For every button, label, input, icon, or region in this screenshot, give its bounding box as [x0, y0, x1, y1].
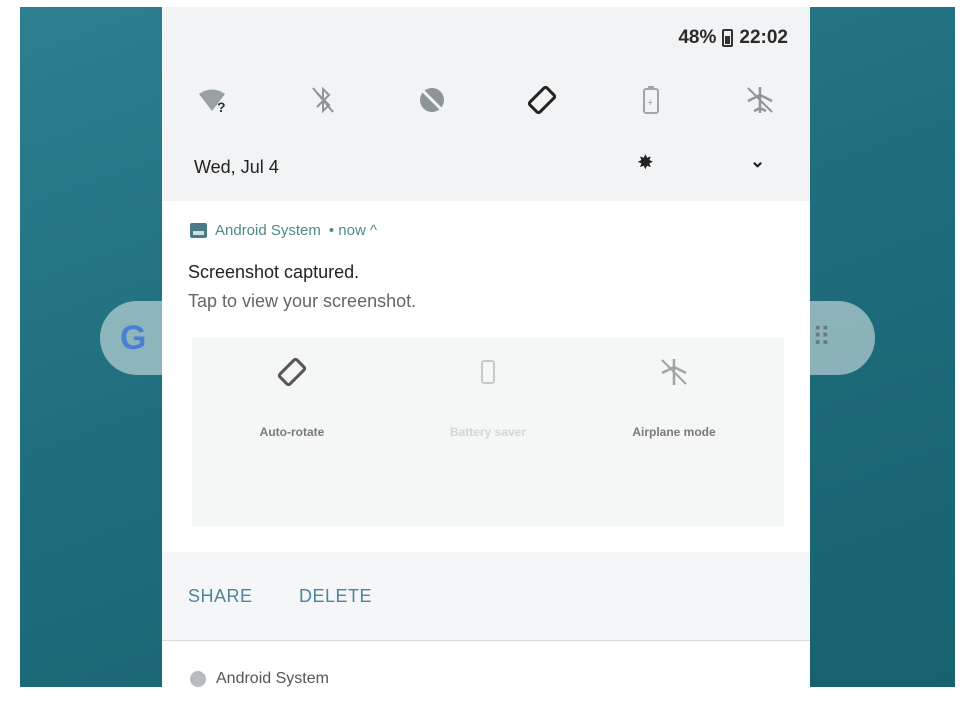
screenshot-preview[interactable]: Auto-rotate Battery saver Airplane mode	[192, 338, 784, 526]
quick-settings-tiles: ? +	[192, 75, 782, 125]
battery-saver-icon	[468, 352, 508, 392]
wifi-unknown-icon[interactable]: ?	[192, 78, 236, 122]
notification-subtitle: Tap to view your screenshot.	[188, 291, 417, 311]
notification-meta[interactable]: • now ^	[329, 222, 377, 239]
preview-label-airplane-mode: Airplane mode	[632, 425, 716, 439]
quick-settings-panel: 48% 22:02 ? + Wed, Jul 4 ✸ ⌄	[162, 7, 810, 201]
share-button[interactable]: SHARE	[188, 586, 253, 607]
auto-rotate-icon[interactable]	[520, 78, 564, 122]
status-bar: 48% 22:02	[678, 27, 788, 49]
svg-text:?: ?	[217, 99, 226, 115]
battery-saver-icon[interactable]: +	[629, 78, 673, 122]
auto-rotate-icon	[272, 352, 312, 392]
airplane-mode-icon[interactable]	[738, 78, 782, 122]
notification-title: Screenshot captured.	[188, 262, 360, 282]
android-system-icon	[190, 671, 206, 687]
battery-percent: 48%	[678, 27, 717, 48]
preview-label-auto-rotate: Auto-rotate	[259, 425, 325, 439]
battery-icon	[722, 29, 734, 47]
app-drawer-icon[interactable]: ⠿	[812, 322, 832, 353]
date-label: Wed, Jul 4	[194, 157, 279, 177]
svg-text:+: +	[647, 97, 653, 109]
clock: 22:02	[739, 27, 788, 48]
delete-button[interactable]: DELETE	[299, 586, 372, 607]
second-notification-header[interactable]: Android System	[190, 670, 329, 688]
notification-app-name: Android System	[215, 222, 321, 239]
second-notification-app-name: Android System	[216, 670, 329, 687]
bluetooth-off-icon[interactable]	[301, 78, 345, 122]
airplane-mode-icon	[654, 352, 694, 392]
expand-chevron-icon[interactable]: ⌄	[750, 151, 765, 172]
google-logo-icon: G	[120, 319, 147, 357]
preview-label-battery-saver: Battery saver	[449, 425, 527, 439]
notification-actions-bar	[162, 552, 810, 641]
screenshot-app-icon	[190, 223, 207, 238]
notification-header: Android System • now ^	[190, 222, 377, 239]
settings-gear-icon[interactable]: ✸	[637, 150, 654, 175]
dnd-off-icon[interactable]	[410, 78, 454, 122]
